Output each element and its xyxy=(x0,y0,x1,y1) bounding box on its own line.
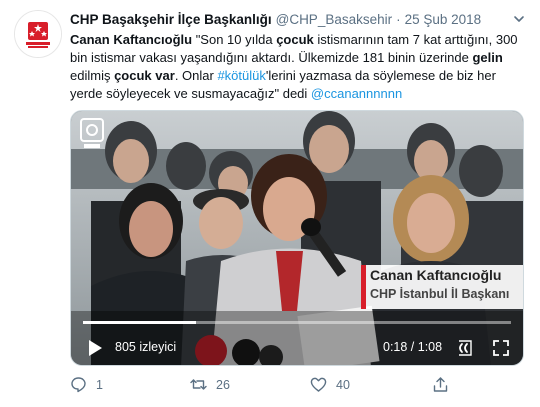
video-player[interactable]: Canan Kaftancıoğlu CHP İstanbul İl Başka… xyxy=(70,110,524,366)
text-segment: . Onlar xyxy=(174,68,218,83)
lower-third-accent xyxy=(361,265,366,309)
tweet-date[interactable]: 25 Şub 2018 xyxy=(405,12,482,27)
like-icon xyxy=(310,377,327,392)
text-bold: var xyxy=(155,68,175,83)
fullscreen-icon[interactable] xyxy=(492,339,510,357)
caret-down-icon[interactable] xyxy=(512,12,526,26)
text-segment: "Son 10 yılda xyxy=(192,32,277,47)
text-name-bold: Canan Kaftancıoğlu xyxy=(70,32,193,47)
author-name[interactable]: CHP Başakşehir İlçe Başkanlığı xyxy=(70,12,272,27)
hashtag-link[interactable]: #kötülük xyxy=(217,68,265,83)
captions-icon[interactable] xyxy=(455,339,473,357)
video-progress-fill xyxy=(83,321,197,324)
avatar[interactable] xyxy=(14,10,62,58)
share-icon xyxy=(433,377,448,392)
video-frame xyxy=(71,111,523,365)
play-icon[interactable] xyxy=(87,339,103,357)
author-handle[interactable]: @CHP_Basaksehir xyxy=(276,12,393,27)
text-bold: çocuk xyxy=(276,32,314,47)
text-segment: edilmiş xyxy=(70,68,115,83)
tweet-text: Canan Kaftancıoğlu "Son 10 yılda çocuk i… xyxy=(70,31,525,103)
video-progress-bar[interactable] xyxy=(83,321,511,324)
like-count: 40 xyxy=(336,378,350,392)
reply-icon xyxy=(71,377,86,393)
video-time: 0:18 / 1:08 xyxy=(383,340,443,354)
lower-third: Canan Kaftancıoğlu CHP İstanbul İl Başka… xyxy=(361,265,523,309)
text-bold: çocuk xyxy=(114,68,152,83)
view-count: 805 izleyici xyxy=(115,340,177,354)
lower-third-title: CHP İstanbul İl Başkanı xyxy=(370,287,510,301)
mention-link[interactable]: @ccanannnnnn xyxy=(311,86,402,101)
retweet-count: 26 xyxy=(216,378,230,392)
tweet-header: CHP Başakşehir İlçe Başkanlığı @CHP_Basak… xyxy=(70,11,510,29)
text-bold: gelin xyxy=(472,50,503,65)
channel-logo xyxy=(80,118,104,148)
chp-logo xyxy=(15,11,61,57)
date-separator: · xyxy=(396,12,401,27)
lower-third-name: Canan Kaftancıoğlu xyxy=(370,267,502,283)
tweet-actions: 1 26 40 xyxy=(70,375,525,395)
retweet-icon xyxy=(190,379,207,390)
reply-count: 1 xyxy=(96,378,103,392)
tweet[interactable]: CHP Başakşehir İlçe Başkanlığı @CHP_Basak… xyxy=(0,0,540,407)
